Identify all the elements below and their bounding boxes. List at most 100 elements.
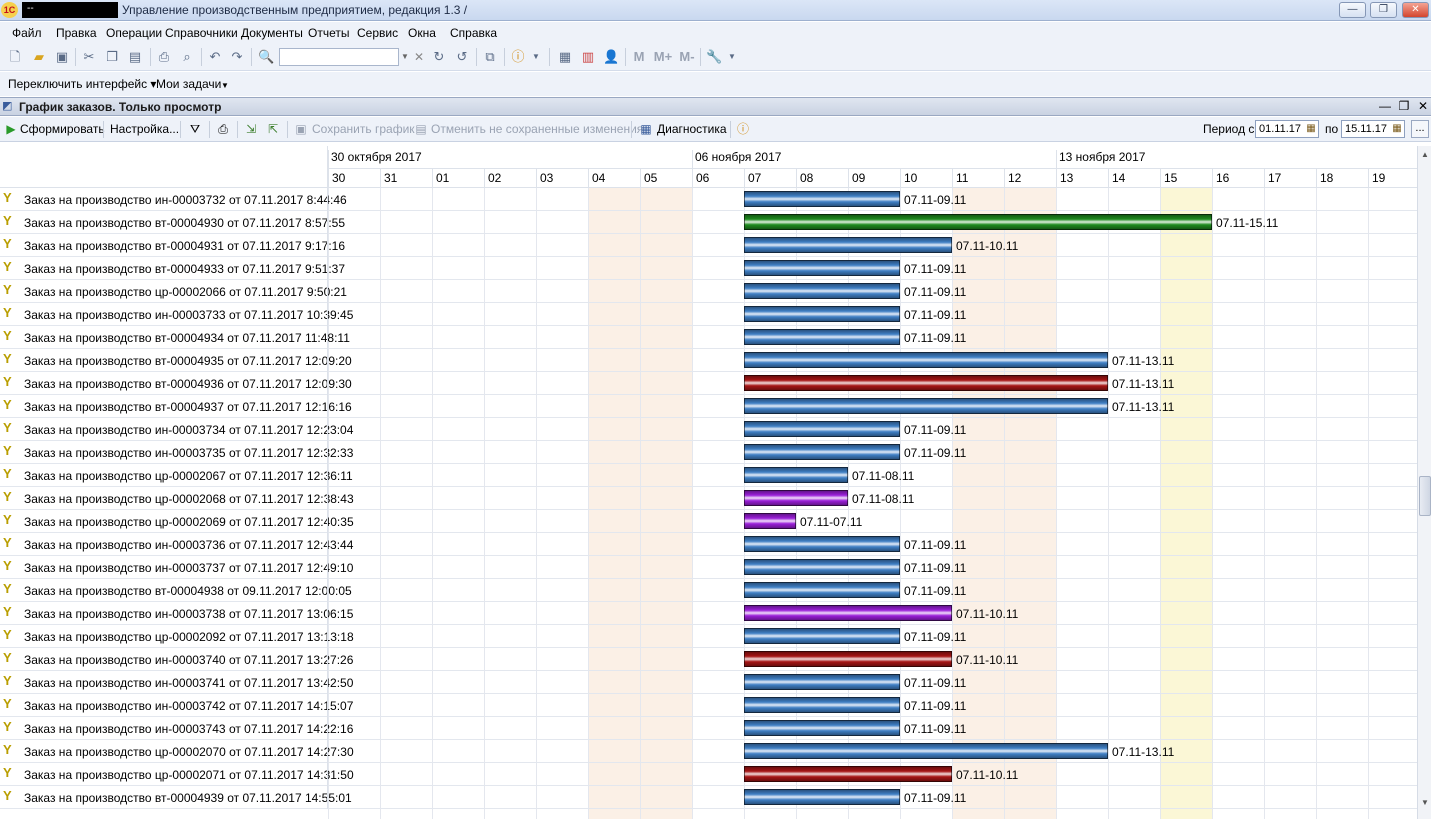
menu-catalogs[interactable]: Справочники (165, 26, 238, 40)
order-row[interactable]: Y Заказ на производство цр-00002066 от 07… (0, 280, 1417, 303)
search-input[interactable] (279, 48, 399, 66)
cut-icon[interactable]: ✂ (81, 49, 97, 65)
menu-reports[interactable]: Отчеты (308, 26, 349, 40)
order-bar[interactable] (744, 444, 900, 460)
diagnostics-button[interactable]: Диагностика (657, 122, 727, 136)
scroll-down-icon[interactable]: ▼ (1419, 796, 1431, 810)
undo-icon[interactable]: ↶ (207, 49, 223, 65)
order-row[interactable]: Y Заказ на производство цр-00002071 от 07… (0, 763, 1417, 786)
clear-icon[interactable]: ✕ (413, 48, 425, 66)
expand-icon[interactable]: ⇲ (243, 121, 259, 137)
tools-icon[interactable]: 🔧 (706, 49, 722, 65)
order-row[interactable]: Y Заказ на производство ин-00003737 от 07… (0, 556, 1417, 579)
order-row[interactable]: Y Заказ на производство ин-00003738 от 07… (0, 602, 1417, 625)
order-row[interactable]: Y Заказ на производство вт-00004933 от 07… (0, 257, 1417, 280)
collapse-icon[interactable]: ⇱ (265, 121, 281, 137)
order-row[interactable]: Y Заказ на производство вт-00004938 от 09… (0, 579, 1417, 602)
menu-documents[interactable]: Документы (241, 26, 303, 40)
find-next-icon[interactable]: ↻ (431, 49, 447, 65)
order-row[interactable]: Y Заказ на производство вт-00004930 от 07… (0, 211, 1417, 234)
order-row[interactable]: Y Заказ на производство ин-00003740 от 07… (0, 648, 1417, 671)
order-row[interactable]: Y Заказ на производство вт-00004931 от 07… (0, 234, 1417, 257)
menu-help[interactable]: Справка (450, 26, 497, 40)
scrollbar-thumb[interactable] (1419, 476, 1431, 516)
search-icon[interactable]: 🔍 (258, 49, 274, 65)
order-bar[interactable] (744, 605, 952, 621)
menu-service[interactable]: Сервис (357, 26, 398, 40)
order-bar[interactable] (744, 375, 1108, 391)
order-row[interactable]: Y Заказ на производство ин-00003741 от 07… (0, 671, 1417, 694)
order-bar[interactable] (744, 352, 1108, 368)
order-row[interactable]: Y Заказ на производство цр-00002067 от 07… (0, 464, 1417, 487)
copy-icon[interactable]: ❐ (104, 49, 120, 65)
my-tasks-button[interactable]: Мои задачи (156, 77, 221, 91)
order-bar[interactable] (744, 513, 796, 529)
filter-icon[interactable]: ⛛ (187, 121, 203, 137)
order-row[interactable]: Y Заказ на производство вт-00004934 от 07… (0, 326, 1417, 349)
close-button[interactable]: ✕ (1402, 2, 1429, 18)
cancel-changes-button[interactable]: Отменить не сохраненные изменения (431, 122, 643, 136)
order-bar[interactable] (744, 674, 900, 690)
maximize-button[interactable]: ❐ (1370, 2, 1397, 18)
order-bar[interactable] (744, 214, 1212, 230)
vertical-scrollbar[interactable]: ▲ ▼ (1417, 146, 1431, 819)
calendar-icon[interactable]: ▥ (580, 49, 596, 65)
users-icon[interactable]: 👤 (603, 49, 619, 65)
app-logo-icon[interactable]: 1С (1, 2, 18, 18)
chevron-down-icon[interactable]: ▼ (221, 81, 229, 90)
order-row[interactable]: Y Заказ на производство вт-00004939 от 07… (0, 786, 1417, 809)
order-row[interactable]: Y Заказ на производство ин-00003743 от 07… (0, 717, 1417, 740)
menu-edit[interactable]: Правка (56, 26, 97, 40)
minimize-button[interactable]: — (1339, 2, 1366, 18)
find-previous-icon[interactable]: ↺ (454, 49, 470, 65)
order-row[interactable]: Y Заказ на производство вт-00004936 от 07… (0, 372, 1417, 395)
menu-operations[interactable]: Операции (106, 26, 162, 40)
dropdown-arrow-icon[interactable]: ▼ (528, 49, 544, 65)
open-folder-icon[interactable]: ▰ (31, 49, 47, 65)
scroll-up-icon[interactable]: ▲ (1419, 148, 1431, 162)
info-icon[interactable]: ⓘ (510, 49, 526, 65)
save-icon[interactable]: ▣ (54, 49, 70, 65)
order-bar[interactable] (744, 628, 900, 644)
print-icon[interactable]: ⎙ (215, 121, 231, 137)
more-button[interactable]: ... (1411, 120, 1429, 138)
order-row[interactable]: Y Заказ на производство ин-00003742 от 07… (0, 694, 1417, 717)
doc-restore-icon[interactable]: ❐ (1397, 99, 1411, 113)
order-row[interactable]: Y Заказ на производство цр-00002069 от 07… (0, 510, 1417, 533)
order-bar[interactable] (744, 766, 952, 782)
order-row[interactable]: Y Заказ на производство ин-00003736 от 07… (0, 533, 1417, 556)
memory-minus-icon[interactable]: M- (676, 49, 698, 65)
order-bar[interactable] (744, 306, 900, 322)
order-row[interactable]: Y Заказ на производство вт-00004937 от 07… (0, 395, 1417, 418)
settings-button[interactable]: Настройка... (110, 122, 179, 136)
switch-interface-button[interactable]: Переключить интерфейс ▾ (8, 77, 156, 91)
order-bar[interactable] (744, 260, 900, 276)
doc-minimize-icon[interactable]: — (1378, 99, 1392, 113)
search-dropdown-icon[interactable]: ▼ (399, 48, 411, 66)
windows-icon[interactable]: ⧉ (482, 49, 498, 65)
order-row[interactable]: Y Заказ на производство ин-00003734 от 07… (0, 418, 1417, 441)
order-bar[interactable] (744, 720, 900, 736)
tools-dropdown-icon[interactable]: ▼ (724, 49, 740, 65)
doc-close-icon[interactable]: ✕ (1416, 99, 1430, 113)
memory-icon[interactable]: M (631, 49, 647, 65)
order-bar[interactable] (744, 559, 900, 575)
order-bar[interactable] (744, 582, 900, 598)
order-bar[interactable] (744, 237, 952, 253)
new-document-icon[interactable]: 🗋 (7, 49, 23, 65)
order-bar[interactable] (744, 329, 900, 345)
form-button[interactable]: Сформировать (20, 122, 105, 136)
calculator-icon[interactable]: ▦ (557, 49, 573, 65)
order-row[interactable]: Y Заказ на производство цр-00002092 от 07… (0, 625, 1417, 648)
menu-windows[interactable]: Окна (408, 26, 436, 40)
calendar-icon[interactable]: ▦ (1305, 122, 1317, 135)
order-row[interactable]: Y Заказ на производство ин-00003733 от 07… (0, 303, 1417, 326)
order-bar[interactable] (744, 283, 900, 299)
order-bar[interactable] (744, 467, 848, 483)
memory-plus-icon[interactable]: M+ (652, 49, 674, 65)
gantt-chart[interactable]: 30 31 01 02 03 04 05 06 07 08 09 10 11 12 13 14 15 16 17 18… (0, 146, 1417, 819)
order-row[interactable]: Y Заказ на производство вт-00004935 от 07… (0, 349, 1417, 372)
order-bar[interactable] (744, 697, 900, 713)
order-bar[interactable] (744, 743, 1108, 759)
menu-file[interactable]: Файл (12, 26, 42, 40)
